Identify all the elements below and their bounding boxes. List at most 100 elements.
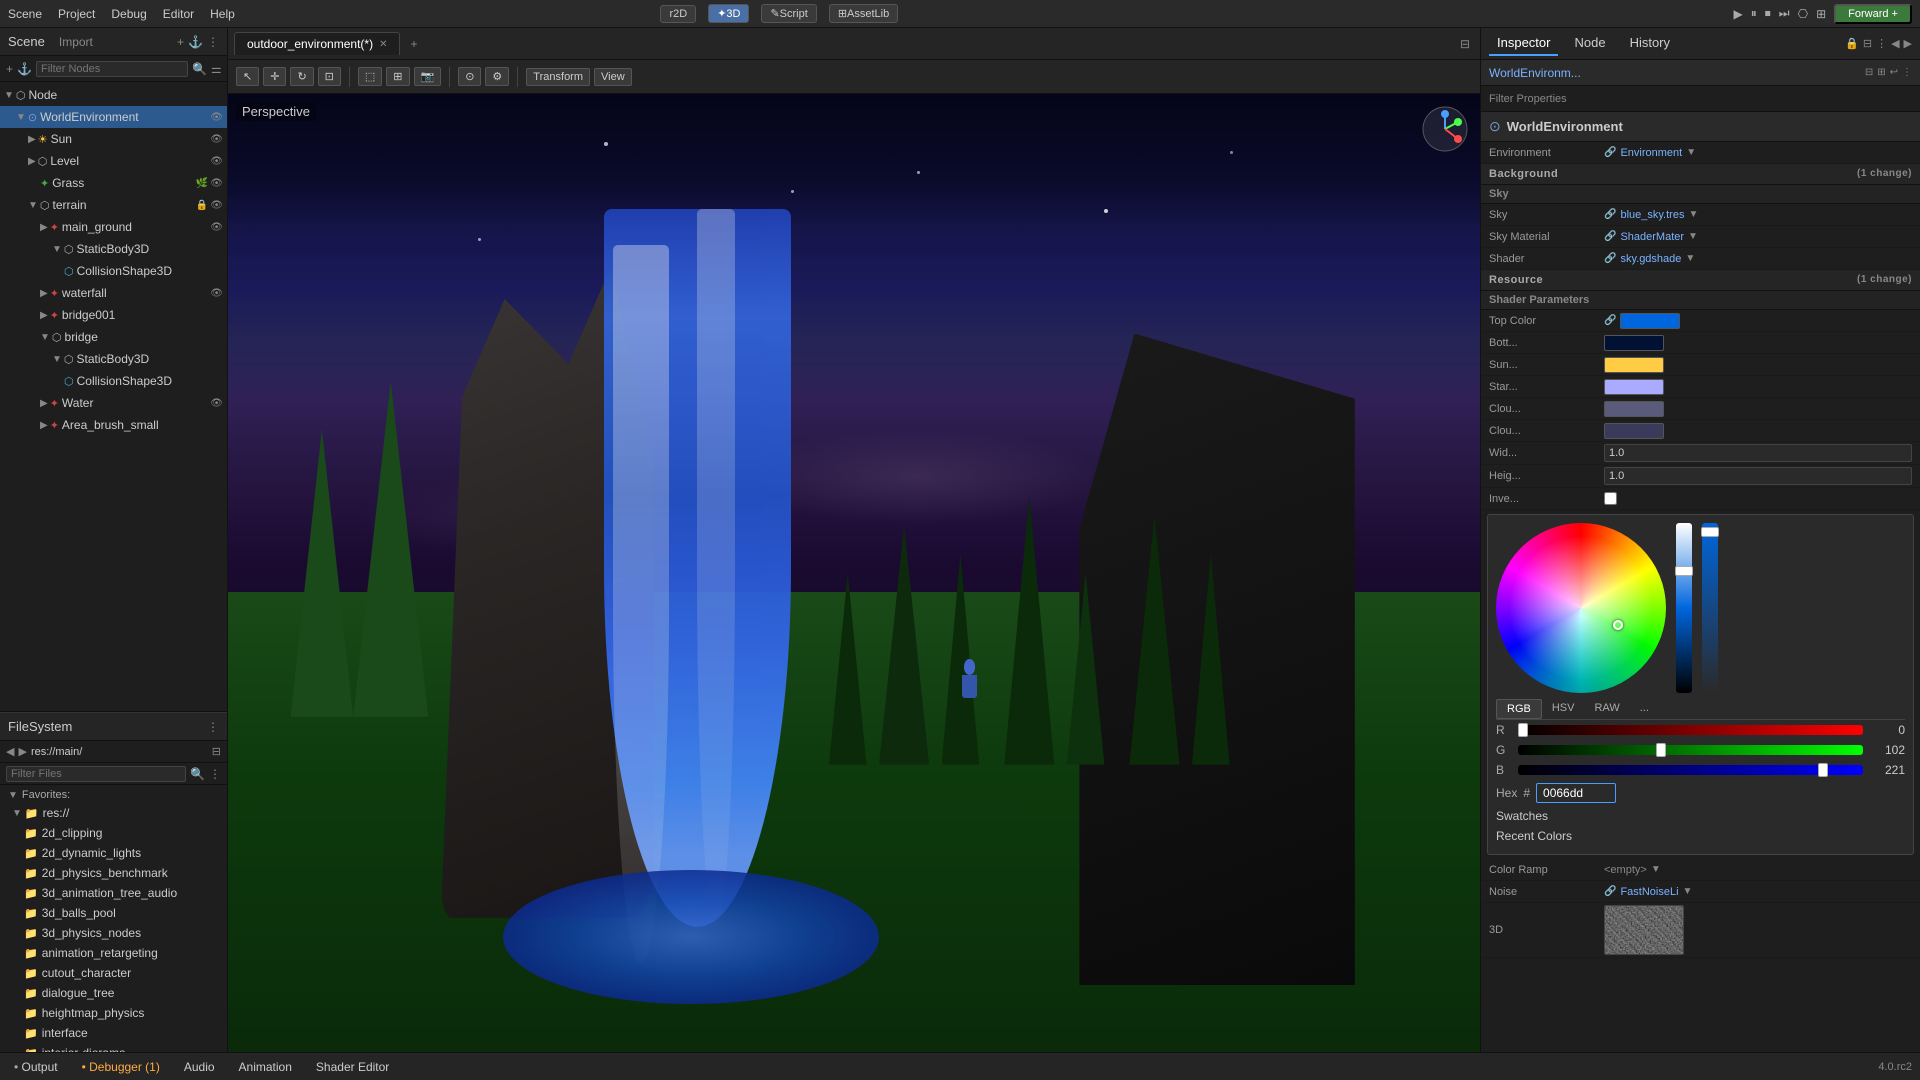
fs-item-heightmap[interactable]: 📁heightmap_physics <box>0 1003 227 1023</box>
water-eye-icon[interactable]: 👁 <box>210 398 223 409</box>
height-input[interactable] <box>1604 467 1912 485</box>
remote-toggle[interactable]: ⊞ <box>1816 7 1826 21</box>
menu-scene[interactable]: Scene <box>8 7 42 21</box>
mode-assetlib[interactable]: ⊞AssetLib <box>829 4 898 23</box>
tree-node-node[interactable]: ▼ ⬡ Node <box>0 84 227 106</box>
terrain-eye-icon[interactable]: 👁 <box>210 200 223 211</box>
toolbar-snap[interactable]: ⊞ <box>386 67 409 86</box>
animation-tab[interactable]: Animation <box>233 1058 298 1076</box>
toolbar-rotate[interactable]: ↻ <box>290 67 313 86</box>
toolbar-local[interactable]: ⬚ <box>358 67 382 86</box>
fs-filter-input[interactable] <box>6 766 186 782</box>
nav-gizmo[interactable] <box>1420 104 1470 154</box>
waterfall-eye-icon[interactable]: 👁 <box>210 288 223 299</box>
toolbar-view[interactable]: ⊙ <box>458 67 481 86</box>
tab-history[interactable]: History <box>1622 31 1678 56</box>
viewport-expand-icon[interactable]: ⊟ <box>1456 37 1474 51</box>
color-ramp-dropdown[interactable]: ▼ <box>1651 864 1661 875</box>
toolbar-move[interactable]: ✛ <box>263 67 286 86</box>
scene-search-icon[interactable]: 🔍 <box>192 62 207 76</box>
tab-inspector[interactable]: Inspector <box>1489 31 1558 56</box>
scene-filter-input[interactable] <box>36 61 188 77</box>
pause-btn[interactable]: ⏸ <box>1751 6 1757 21</box>
fs-item-animret[interactable]: 📁animation_retargeting <box>0 943 227 963</box>
fs-item-2dclip[interactable]: 📁2d_clipping <box>0 823 227 843</box>
fs-item-3danim[interactable]: 📁3d_animation_tree_audio <box>0 883 227 903</box>
output-tab[interactable]: • Output <box>8 1058 64 1076</box>
audio-tab[interactable]: Audio <box>178 1058 221 1076</box>
fs-menu-icon[interactable]: ⋮ <box>207 720 219 734</box>
fs-options-icon[interactable]: ⋮ <box>209 767 221 781</box>
viewport-tab-outdoor[interactable]: outdoor_environment(*) ✕ <box>234 32 400 55</box>
tree-node-worldenv[interactable]: ▼ ⊙ WorldEnvironment 👁 <box>0 106 227 128</box>
menu-project[interactable]: Project <box>58 7 95 21</box>
fs-item-cutout[interactable]: 📁cutout_character <box>0 963 227 983</box>
node-paste-icon[interactable]: ⊞ <box>1877 67 1885 78</box>
tree-node-level[interactable]: ▶ ⬡ Level 👁 <box>0 150 227 172</box>
mode-3d[interactable]: ✦3D <box>708 4 749 23</box>
fs-item-interface[interactable]: 📁interface <box>0 1023 227 1043</box>
noise-value[interactable]: FastNoiseLi <box>1620 886 1678 898</box>
insp-expand-icon[interactable]: ⊟ <box>1863 37 1872 50</box>
level-eye-icon[interactable]: 👁 <box>210 156 223 167</box>
tree-node-waterfall[interactable]: ▶ ✦ waterfall 👁 <box>0 282 227 304</box>
tree-node-mainground[interactable]: ▶ ✦ main_ground 👁 <box>0 216 227 238</box>
tree-node-collision1[interactable]: ⬡ CollisionShape3D <box>0 260 227 282</box>
node-history-icon[interactable]: ↩ <box>1890 67 1898 78</box>
fs-item-intdiorama[interactable]: 📁interior-diorama <box>0 1043 227 1052</box>
tree-node-grass[interactable]: ✦ Grass 🌿 👁 <box>0 172 227 194</box>
tree-node-collision2[interactable]: ⬡ CollisionShape3D <box>0 370 227 392</box>
sky-mat-dropdown[interactable]: ▼ <box>1688 231 1698 242</box>
color-wheel-hue[interactable] <box>1496 523 1666 693</box>
tree-node-sun[interactable]: ▶ ☀ Sun 👁 <box>0 128 227 150</box>
b-slider-handle[interactable] <box>1818 763 1828 777</box>
sky-dropdown[interactable]: ▼ <box>1688 209 1698 220</box>
toolbar-debug[interactable]: ⚙ <box>485 67 509 86</box>
scene-filter-expand[interactable]: + <box>6 62 13 76</box>
viewport-canvas[interactable]: Perspective <box>228 94 1480 1052</box>
tab-node[interactable]: Node <box>1566 31 1613 56</box>
tab-add-btn[interactable]: + <box>402 33 425 55</box>
fs-item-2dphys[interactable]: 📁2d_physics_benchmark <box>0 863 227 883</box>
sky-value[interactable]: blue_sky.tres <box>1620 209 1684 221</box>
menu-editor[interactable]: Editor <box>163 7 194 21</box>
toolbar-select[interactable]: ↖ <box>236 67 259 86</box>
color-tab-more[interactable]: ... <box>1630 699 1659 719</box>
tree-node-terrain[interactable]: ▼ ⬡ terrain 🔒 👁 <box>0 194 227 216</box>
r-slider-handle[interactable] <box>1518 723 1528 737</box>
shader-dropdown[interactable]: ▼ <box>1685 253 1695 264</box>
sun-eye-icon[interactable]: 👁 <box>210 134 223 145</box>
debugger-tab[interactable]: • Debugger (1) <box>76 1058 166 1076</box>
scene-filter-link[interactable]: ⚓ <box>17 62 32 76</box>
fs-favorites-arrow[interactable]: ▼ <box>8 790 18 801</box>
alpha-slider[interactable] <box>1702 523 1718 693</box>
stop-btn[interactable]: ⏹ <box>1765 6 1771 21</box>
cloud1-color-swatch[interactable] <box>1604 401 1664 417</box>
cloud2-color-swatch[interactable] <box>1604 423 1664 439</box>
scene-sort-icon[interactable]: ⚌ <box>211 62 222 76</box>
toolbar-camera[interactable]: 📷 <box>414 67 442 86</box>
hex-input[interactable] <box>1536 783 1616 803</box>
top-color-swatch[interactable] <box>1620 313 1680 329</box>
worldenv-eye-icon[interactable]: 👁 <box>210 112 223 123</box>
insp-arrow-left[interactable]: ◀ <box>1891 37 1899 50</box>
tab-close-outdoor[interactable]: ✕ <box>379 39 387 50</box>
g-slider-handle[interactable] <box>1656 743 1666 757</box>
sky-material-value[interactable]: ShaderMater <box>1620 231 1684 243</box>
scene-link-icon[interactable]: ⚓ <box>188 35 203 49</box>
sun-color-swatch[interactable] <box>1604 357 1664 373</box>
fs-item-dialogue[interactable]: 📁dialogue_tree <box>0 983 227 1003</box>
brightness-slider[interactable] <box>1676 523 1692 693</box>
tree-node-area[interactable]: ▶ ✦ Area_brush_small <box>0 414 227 436</box>
scene-add-icon[interactable]: + <box>177 35 184 49</box>
bottom-color-swatch[interactable] <box>1604 335 1664 351</box>
fs-path-icon[interactable]: ⊟ <box>212 745 221 758</box>
scene-options-icon[interactable]: ⋮ <box>226 62 227 76</box>
mode-script[interactable]: ✎Script <box>761 4 816 23</box>
menu-help[interactable]: Help <box>210 7 235 21</box>
fs-item-3dphys[interactable]: 📁3d_physics_nodes <box>0 923 227 943</box>
tree-node-water[interactable]: ▶ ✦ Water 👁 <box>0 392 227 414</box>
fs-item-3dballs[interactable]: 📁3d_balls_pool <box>0 903 227 923</box>
color-wheel-wrapper[interactable] <box>1496 523 1666 693</box>
node-copy-icon[interactable]: ⊟ <box>1865 67 1873 78</box>
